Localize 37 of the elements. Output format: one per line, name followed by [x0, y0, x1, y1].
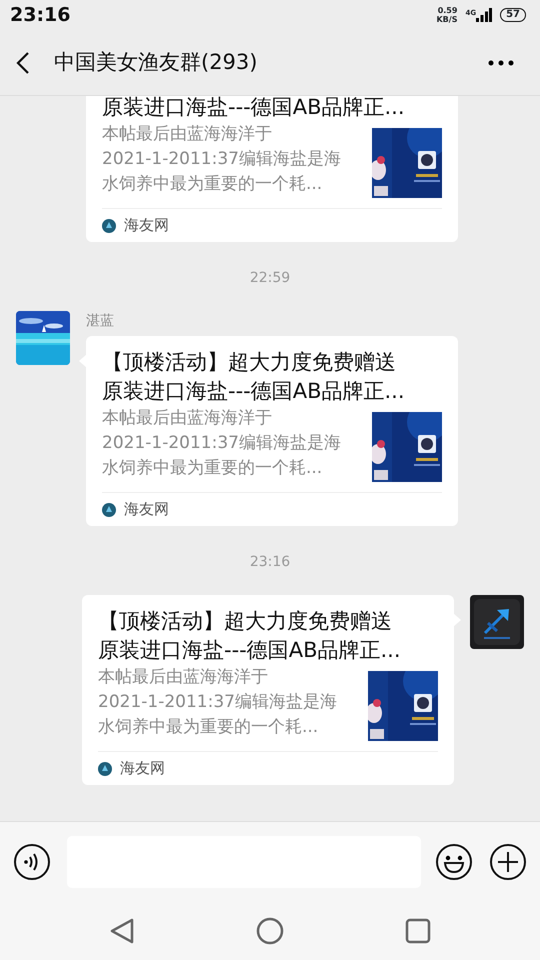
signal-icon: [476, 8, 492, 22]
plus-icon[interactable]: [489, 842, 527, 880]
description-line: 2021-1-2011:37编辑海盐是海: [102, 148, 341, 171]
card-title: 【顶楼活动】超大力度免费赠送原装进口海盐---德国AB品牌正...: [98, 608, 402, 664]
back-icon[interactable]: [16, 50, 30, 74]
description-line: 本帖最后由蓝海海洋于: [102, 407, 273, 430]
sender-name: 湛蓝: [86, 312, 115, 331]
battery-level: 57: [500, 8, 526, 22]
globe-icon: [102, 218, 116, 232]
emoji-icon[interactable]: [435, 842, 473, 880]
source-name: 海友网: [124, 215, 169, 236]
link-card[interactable]: 【顶楼活动】超大力度免费赠送原装进口海盐---德国AB品牌正... 本帖最后由蓝海海洋于 2021-1-2011:37编辑海盐是海 水饲养中最为重要的一个耗... 海友网: [86, 336, 458, 526]
source-name: 海友网: [124, 499, 169, 520]
speed-unit: KB/S: [436, 15, 458, 24]
description-line: 2021-1-2011:37编辑海盐是海: [102, 432, 341, 455]
link-card[interactable]: 【顶楼活动】超大力度免费赠送原装进口海盐---德国AB品牌正... 本帖最后由蓝海海洋于 2021-1-2011:37编辑海盐是海 水饲养中最为重要的一个耗... 海友网: [82, 595, 454, 785]
description-line: 水饲养中最为重要的一个耗...: [98, 716, 320, 739]
card-title: 【顶楼活动】超大力度免费赠送原装进口海盐---德国AB品牌正...: [102, 349, 406, 405]
chat-title: 中国美女渔友群(293): [54, 48, 258, 76]
card-title: 原装进口海盐---德国AB品牌正...: [102, 96, 406, 121]
description-line: 本帖最后由蓝海海洋于: [98, 666, 269, 689]
more-icon[interactable]: [488, 60, 514, 66]
recents-icon[interactable]: [405, 918, 432, 944]
description-line: 水饲养中最为重要的一个耗...: [102, 457, 324, 480]
voice-icon[interactable]: [13, 842, 51, 880]
clock-time: 23:16: [10, 2, 70, 28]
description-line: 本帖最后由蓝海海洋于: [102, 123, 273, 146]
timestamp: 22:59: [248, 269, 292, 288]
description-line: 水饲养中最为重要的一个耗...: [102, 173, 324, 196]
link-card[interactable]: 原装进口海盐---德国AB品牌正... 本帖最后由蓝海海洋于 2021-1-2011:37编辑海盐是海 水饲养中最为重要的一个耗... 海友网: [86, 96, 458, 242]
source-name: 海友网: [120, 758, 165, 780]
globe-icon: [98, 762, 112, 776]
network-speed: 0.59: [436, 6, 458, 15]
home-icon[interactable]: [256, 916, 284, 944]
description-line: 2021-1-2011:37编辑海盐是海: [98, 691, 337, 714]
timestamp: 23:16: [248, 553, 292, 572]
globe-icon: [102, 502, 116, 516]
